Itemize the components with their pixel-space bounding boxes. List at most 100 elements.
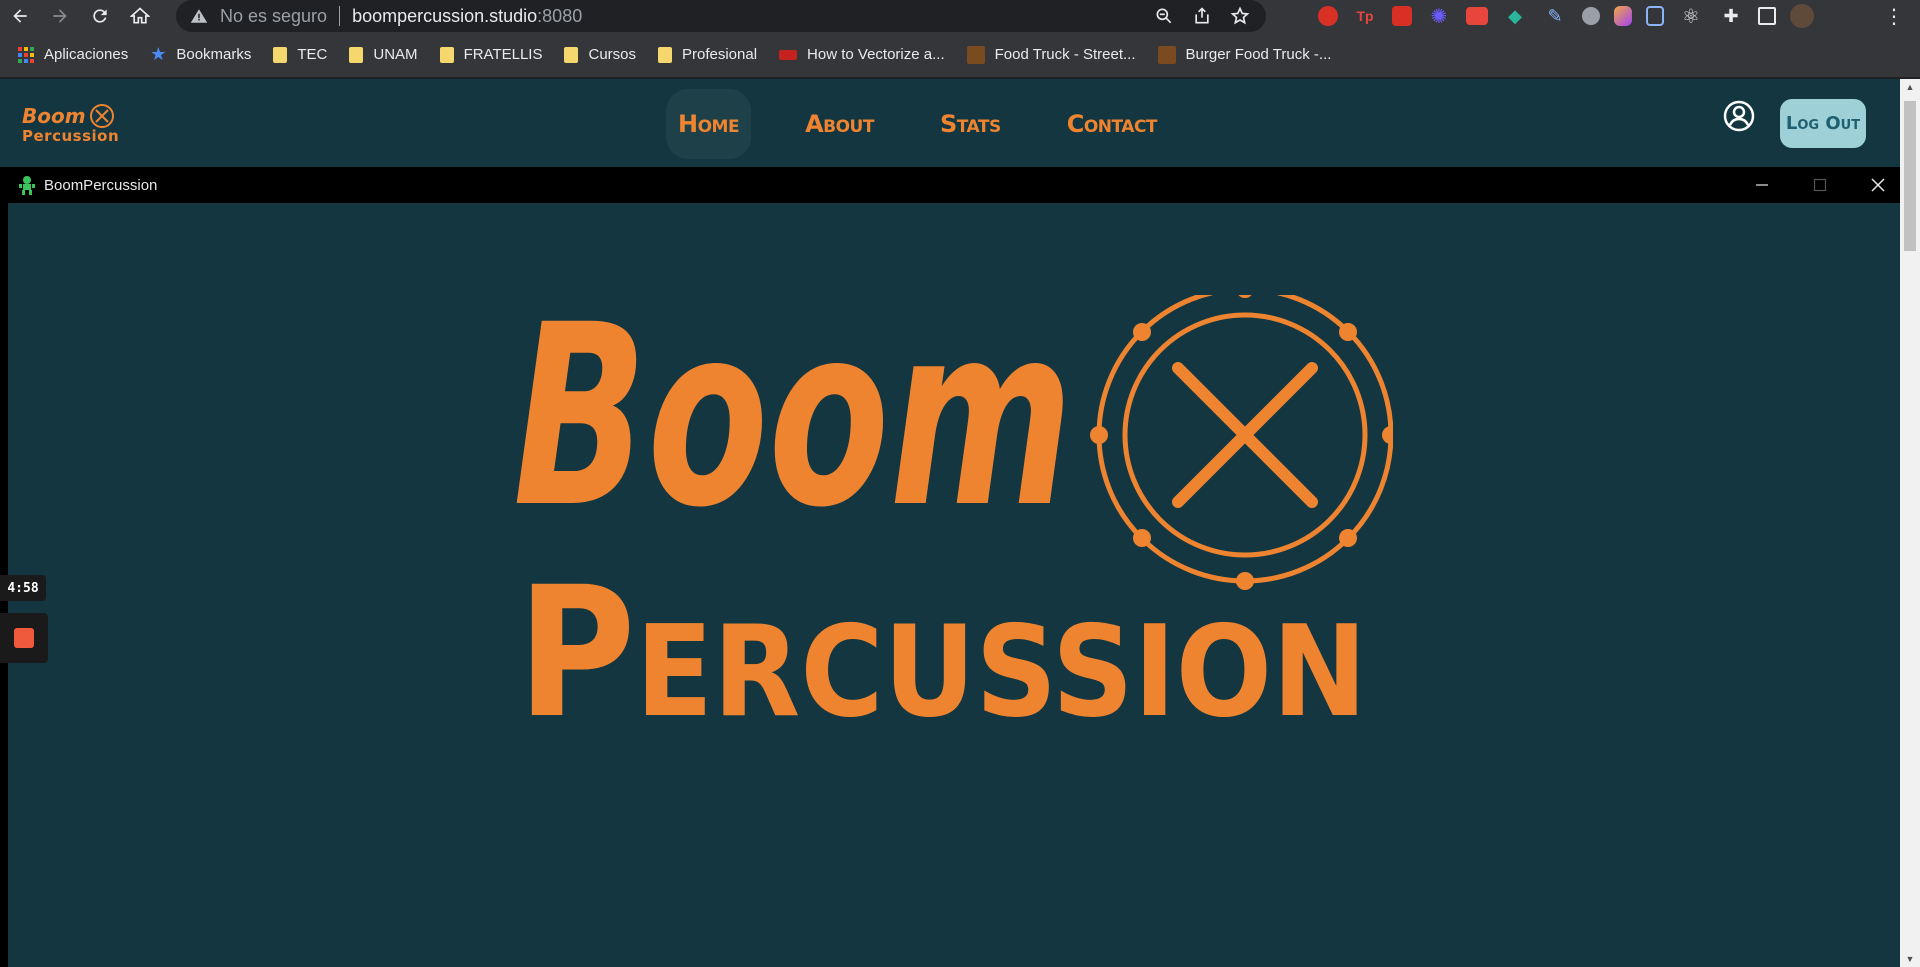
extension-colorful-icon[interactable] (1614, 6, 1632, 26)
bookmark-folder-fratellis[interactable]: FRATELLIS (439, 46, 542, 63)
zoom-icon[interactable] (1154, 6, 1174, 26)
bookmark-label: Aplicaciones (44, 46, 129, 63)
bookmark-folder-unam[interactable]: UNAM (349, 46, 418, 63)
bookmark-burger-food-truck[interactable]: Burger Food Truck -... (1157, 45, 1332, 64)
app-robot-icon (19, 176, 35, 195)
bookmark-label: Profesional (682, 46, 758, 63)
bookmark-label: UNAM (373, 46, 418, 63)
reload-button[interactable] (80, 0, 120, 32)
extension-pen-icon[interactable]: ✎ (1542, 3, 1568, 29)
site-favicon-icon (1157, 45, 1176, 64)
site-logo[interactable]: Boom Percussion (22, 103, 120, 145)
website: Boom Percussion Home About Stats Contact… (0, 79, 1900, 967)
nav-contact[interactable]: Contact (1055, 89, 1169, 159)
bookmarks-bar: Aplicaciones ★ Bookmarks TEC UNAM FRATEL… (0, 32, 1920, 78)
bookmark-food-truck[interactable]: Food Truck - Street... (966, 45, 1136, 64)
nav-stats[interactable]: Stats (928, 89, 1013, 159)
page-scrollbar[interactable]: ▲ ▼ (1900, 79, 1920, 967)
hero-logo: Boom Percussion (513, 295, 1393, 735)
nav-about[interactable]: About (793, 89, 886, 159)
bookmark-bookmarks[interactable]: ★ Bookmarks (150, 44, 251, 65)
site-header: Boom Percussion Home About Stats Contact… (0, 79, 1900, 167)
bookmark-folder-cursos[interactable]: Cursos (564, 46, 636, 63)
nav-home[interactable]: Home (666, 89, 752, 159)
omnibox-actions (1154, 0, 1250, 32)
maximize-icon (1813, 178, 1827, 192)
minimize-button[interactable] (1734, 167, 1790, 203)
arrow-right-icon (53, 9, 67, 23)
bookmark-label: Burger Food Truck -... (1185, 46, 1332, 63)
recording-timer: 4:58 (0, 575, 46, 601)
arrow-left-icon (13, 9, 27, 23)
close-icon (1871, 178, 1885, 192)
bookmark-label: How to Vectorize a... (807, 46, 945, 63)
extensions-puzzle-icon[interactable]: ✚ (1718, 3, 1744, 29)
apps-grid-icon (18, 46, 34, 63)
main-nav: Home About Stats Contact (666, 89, 1169, 159)
extensions-bar: Tp ✺ ◆ ✎ ⚛ ✚ (1318, 0, 1814, 32)
site-logo-line2: Percussion (22, 127, 120, 145)
back-button[interactable] (0, 0, 40, 32)
app-window-title: BoomPercussion (44, 176, 158, 194)
extension-mendeley-icon[interactable] (1392, 6, 1412, 26)
app-content: Boom Percussion (8, 203, 1900, 967)
extension-ruler-icon[interactable] (1466, 7, 1488, 25)
bookmark-vectorize[interactable]: How to Vectorize a... (779, 46, 945, 63)
drum-icon (89, 104, 114, 128)
url-host[interactable]: boompercussion.studio (352, 6, 537, 27)
bookmark-apps[interactable]: Aplicaciones (18, 46, 128, 63)
bookmark-star-icon[interactable] (1230, 6, 1250, 26)
stop-recording-button[interactable] (0, 613, 48, 663)
maximize-button[interactable] (1792, 167, 1848, 203)
extension-reader-icon[interactable] (1646, 6, 1664, 26)
profile-avatar[interactable] (1790, 4, 1814, 28)
site-logo-line1: Boom (22, 103, 119, 129)
share-icon[interactable] (1192, 6, 1212, 26)
bookmark-label: TEC (297, 46, 328, 63)
scroll-down-arrow-icon[interactable]: ▼ (1900, 951, 1920, 967)
stop-icon (14, 628, 34, 648)
url-port[interactable]: :8080 (537, 6, 582, 27)
folder-icon (439, 46, 454, 63)
extension-tp-icon[interactable]: Tp (1352, 3, 1378, 29)
scroll-up-arrow-icon[interactable]: ▲ (1900, 79, 1920, 95)
extension-spark-icon[interactable]: ✺ (1426, 3, 1452, 29)
hero-logo-boom: Boom (513, 295, 1073, 562)
extension-ghost-icon[interactable]: ◆ (1502, 3, 1528, 29)
browser-menu-icon[interactable]: ⋮ (1884, 4, 1904, 29)
home-icon (130, 7, 150, 24)
url-separator (339, 6, 341, 26)
extension-react-icon[interactable]: ⚛ (1678, 3, 1704, 29)
app-window: BoomPercussion Boom Percussion (0, 167, 1900, 967)
bookmark-folder-profesional[interactable]: Profesional (658, 46, 757, 63)
reload-icon (93, 9, 107, 23)
drum-logo-icon (1090, 295, 1393, 590)
browser-toolbar: No es seguro boompercussion.studio:8080 … (0, 0, 1920, 32)
user-account-icon[interactable] (1722, 99, 1756, 133)
folder-icon (658, 46, 672, 63)
site-favicon-icon (966, 45, 985, 64)
scroll-thumb[interactable] (1904, 101, 1916, 251)
folder-icon (564, 46, 579, 63)
side-panel-icon[interactable] (1758, 7, 1776, 25)
folder-icon (273, 46, 288, 63)
security-label[interactable]: No es seguro (220, 6, 327, 27)
app-titlebar: BoomPercussion (0, 167, 1900, 203)
bookmark-label: Cursos (588, 46, 636, 63)
close-button[interactable] (1850, 167, 1906, 203)
bookmark-label: Bookmarks (176, 46, 252, 63)
bookmark-folder-tec[interactable]: TEC (273, 46, 327, 63)
forward-button[interactable] (40, 0, 80, 32)
warning-icon[interactable] (190, 7, 208, 25)
home-button[interactable] (120, 0, 160, 32)
hero-logo-percussion: Percussion (517, 549, 1367, 735)
logout-button[interactable]: Log Out (1780, 99, 1866, 148)
star-icon: ★ (150, 44, 167, 64)
extension-adblock-icon[interactable] (1318, 6, 1338, 26)
bookmark-label: Food Truck - Street... (994, 46, 1136, 63)
address-bar[interactable]: No es seguro boompercussion.studio:8080 (176, 0, 1266, 32)
folder-icon (349, 46, 364, 63)
site-favicon-icon (779, 49, 798, 60)
extension-bubble-icon[interactable] (1582, 7, 1600, 25)
minimize-icon (1756, 184, 1768, 186)
